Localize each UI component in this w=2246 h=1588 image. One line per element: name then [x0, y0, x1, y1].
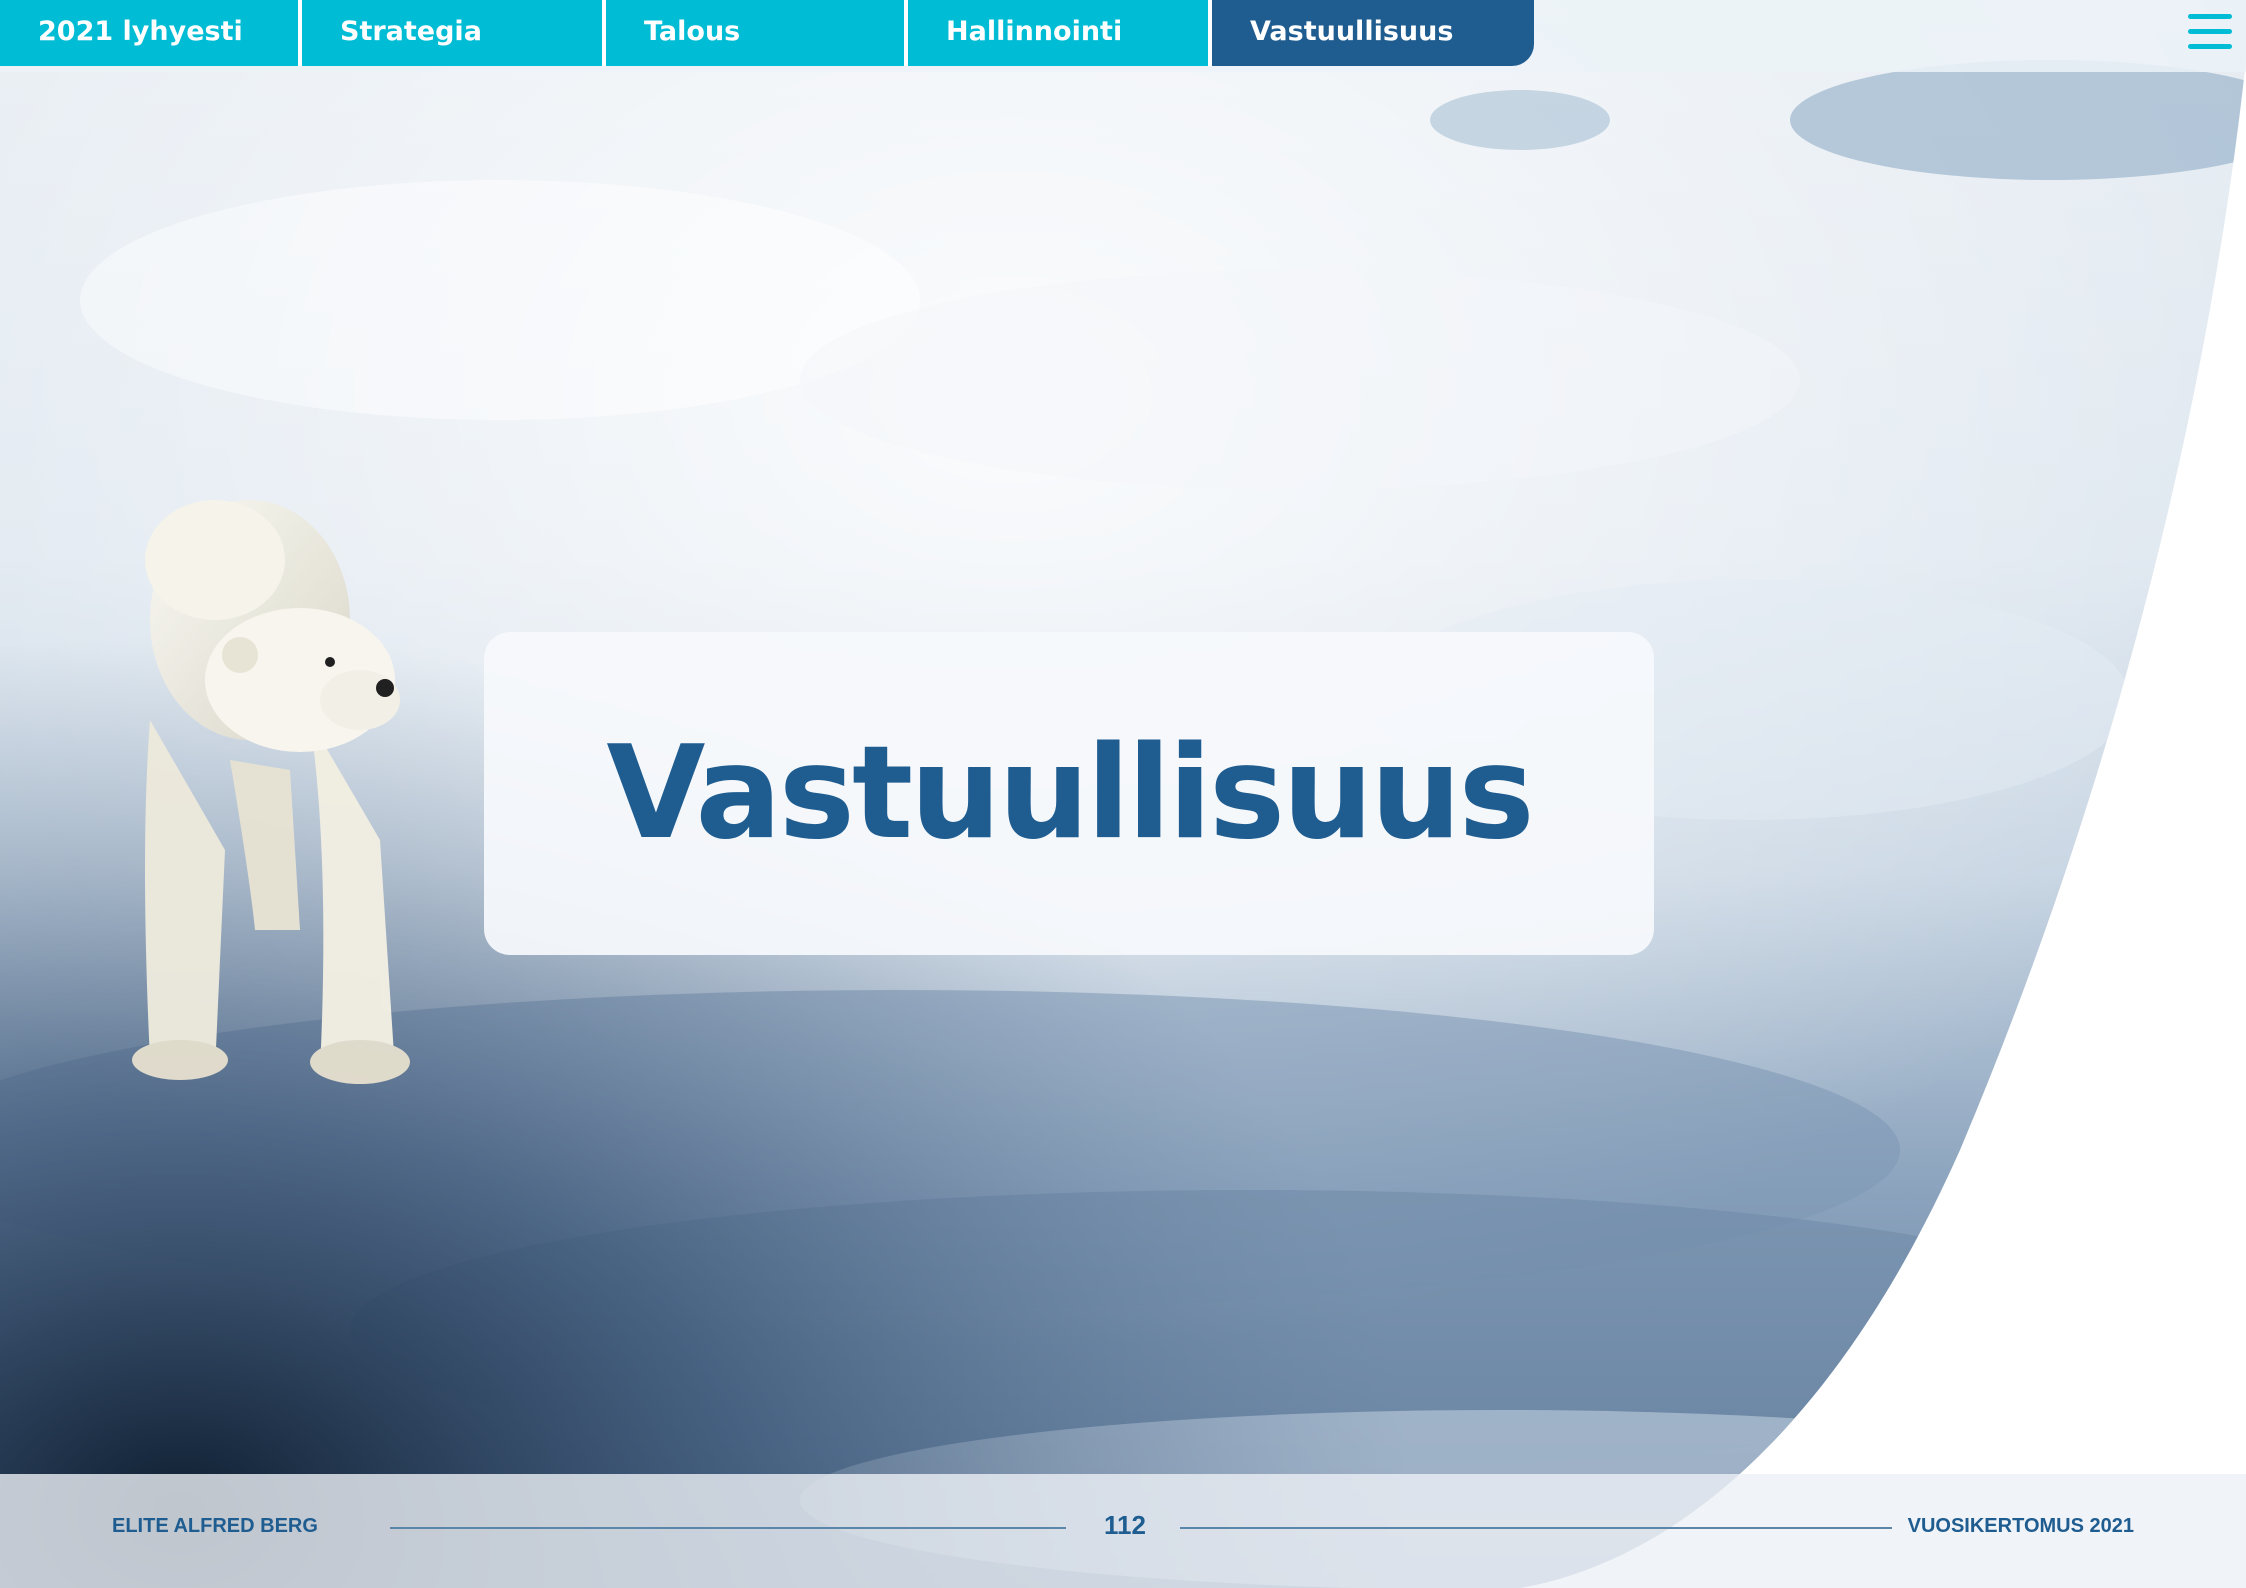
menu-bar: [2188, 14, 2232, 19]
tab-vastuullisuus[interactable]: Vastuullisuus: [1212, 0, 1534, 66]
menu-bar: [2188, 29, 2232, 34]
tab-talous[interactable]: Talous: [606, 0, 932, 66]
tab-2021-lyhyesti[interactable]: 2021 lyhyesti: [0, 0, 324, 66]
footer-divider-right: [1180, 1527, 1892, 1529]
title-card: Vastuullisuus: [484, 632, 1654, 955]
menu-bar: [2188, 44, 2232, 49]
footer-company: ELITE ALFRED BERG: [112, 1515, 318, 1537]
footer-divider-left: [390, 1527, 1066, 1529]
page-number: 112: [1104, 1510, 1146, 1540]
page: 2021 lyhyesti Strategia Talous Hallinnoi…: [0, 0, 2246, 1588]
hamburger-menu-icon[interactable]: [2188, 12, 2232, 52]
tab-hallinnointi[interactable]: Hallinnointi: [908, 0, 1234, 66]
tab-strategia[interactable]: Strategia: [302, 0, 628, 66]
footer-report-title: VUOSIKERTOMUS 2021: [1907, 1515, 2134, 1537]
page-title: Vastuullisuus: [606, 719, 1534, 868]
